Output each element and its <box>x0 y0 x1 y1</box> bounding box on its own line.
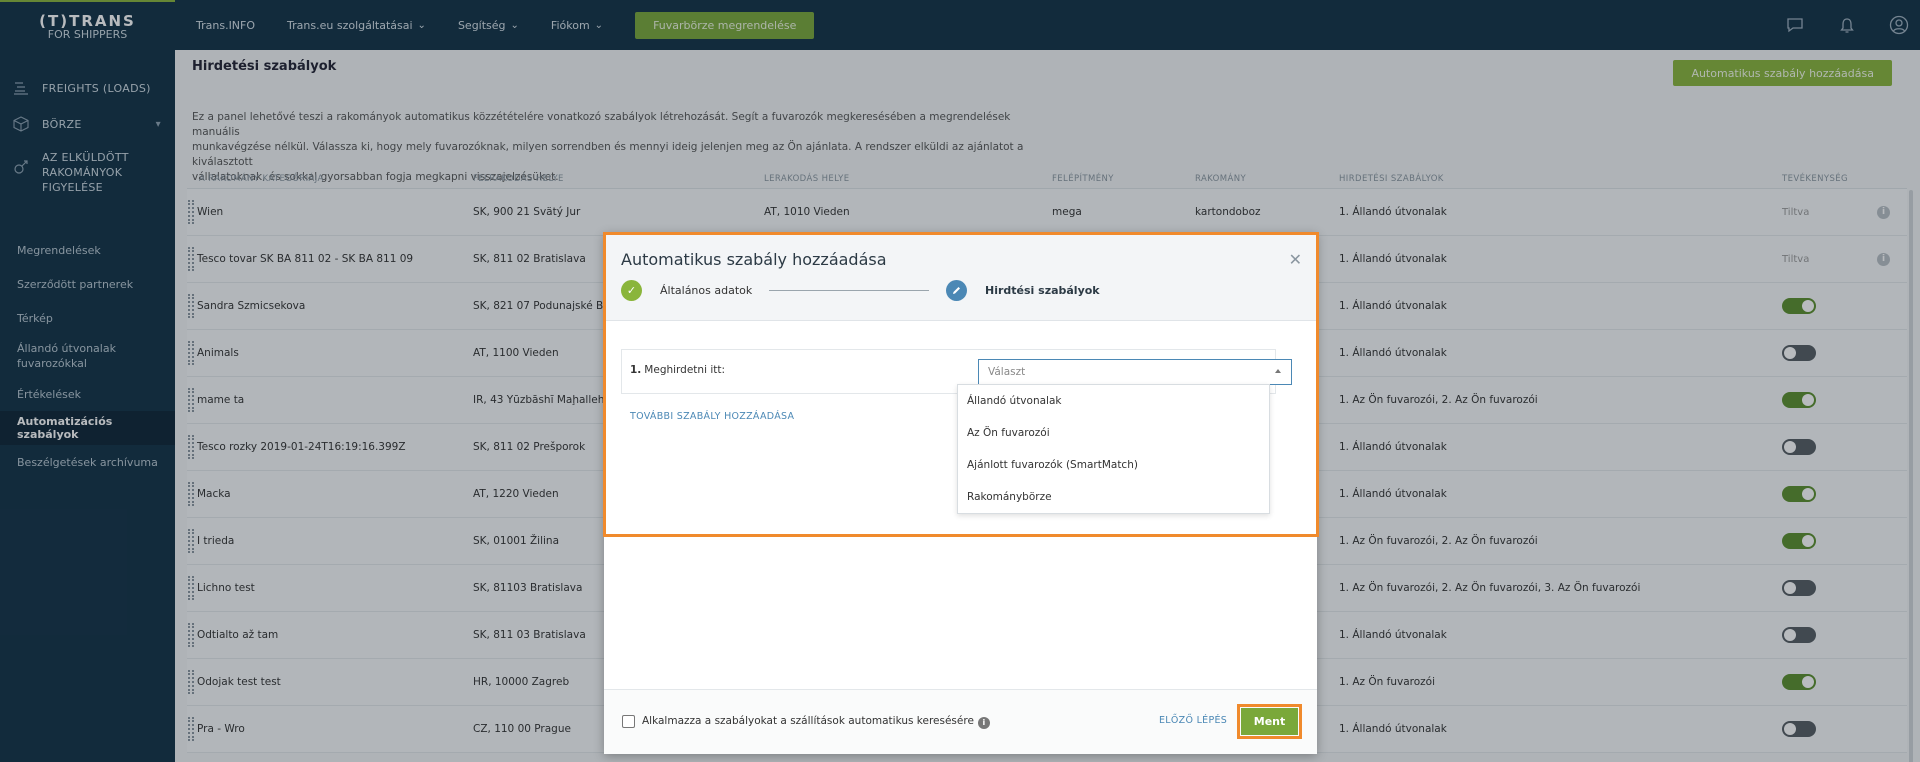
add-rule-modal: Automatikus szabály hozzáadása ✕ ✓ Által… <box>604 233 1317 754</box>
auto-search-checkbox-label[interactable]: Alkalmazza a szabályokat a szállítások a… <box>642 715 990 729</box>
select-placeholder: Választ <box>988 366 1026 378</box>
check-icon: ✓ <box>621 280 642 301</box>
step-label: Általános adatok <box>660 284 753 297</box>
info-icon[interactable]: i <box>977 716 990 729</box>
save-button[interactable]: Ment <box>1237 704 1302 739</box>
checkbox-label-text: Alkalmazza a szabályokat a szállítások a… <box>642 715 974 727</box>
add-another-rule-link[interactable]: TOVÁBBI SZABÁLY HOZZÁADÁSA <box>630 411 794 422</box>
dropdown-option-smartmatch[interactable]: Ajánlott fuvarozók (SmartMatch) <box>958 449 1269 481</box>
modal-title: Automatikus szabály hozzáadása <box>621 250 887 269</box>
modal-header: Automatikus szabály hozzáadása ✕ ✓ Által… <box>604 233 1317 321</box>
step-advertising-rules[interactable]: Hirdtési szabályok <box>946 280 1100 301</box>
dropdown-option-exchange[interactable]: Rakománybörze <box>958 481 1269 513</box>
step-label: Hirdtési szabályok <box>985 284 1100 297</box>
dropdown-option-permanent-routes[interactable]: Állandó útvonalak <box>958 385 1269 417</box>
previous-step-button[interactable]: ELŐZŐ LÉPÉS <box>1159 715 1227 726</box>
step-general-data[interactable]: ✓ Általános adatok <box>621 280 752 301</box>
close-icon[interactable]: ✕ <box>1289 250 1302 269</box>
modal-footer: Alkalmazza a szabályokat a szállítások a… <box>604 689 1317 754</box>
rule-label: 1. Meghirdetni itt: <box>630 364 725 376</box>
caret-up-icon <box>1275 369 1281 373</box>
dropdown-option-your-carriers[interactable]: Az Ön fuvarozói <box>958 417 1269 449</box>
auto-search-checkbox[interactable] <box>622 715 635 728</box>
step-connector <box>769 290 929 291</box>
publish-target-dropdown: Állandó útvonalak Az Ön fuvarozói Ajánlo… <box>957 384 1270 514</box>
publish-target-select[interactable]: Választ <box>978 359 1292 385</box>
rule-label-text: Meghirdetni itt: <box>644 364 726 376</box>
pencil-icon <box>946 280 967 301</box>
rule-number: 1. <box>630 364 642 376</box>
